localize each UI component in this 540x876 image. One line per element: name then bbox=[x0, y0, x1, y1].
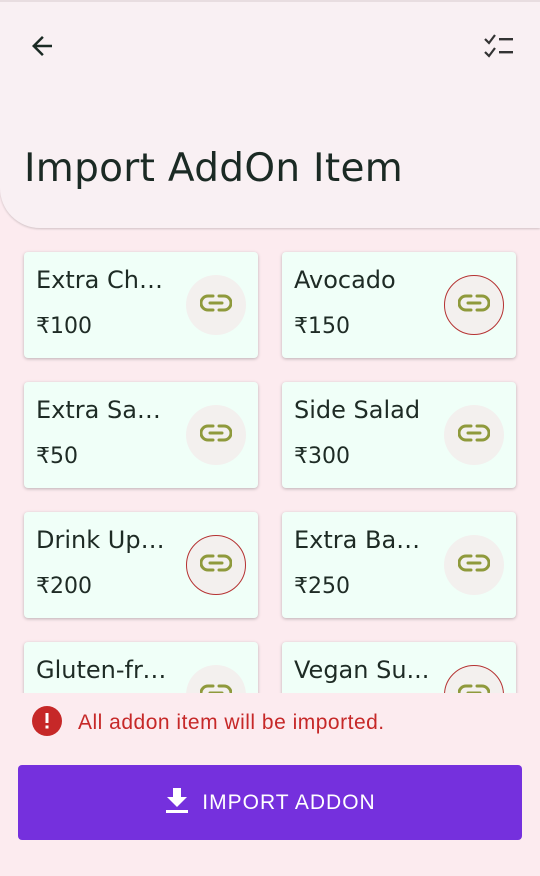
addon-name: Extra Che... bbox=[36, 266, 172, 294]
addon-price: ₹250 bbox=[294, 574, 350, 599]
addon-name: Vegan Su... bbox=[294, 656, 430, 684]
link-icon bbox=[457, 424, 491, 447]
error-icon bbox=[32, 705, 62, 741]
addon-card[interactable]: Extra Bac... ₹250 bbox=[282, 512, 516, 618]
link-button[interactable] bbox=[186, 405, 246, 465]
link-button[interactable] bbox=[444, 275, 504, 335]
status-divider bbox=[0, 0, 540, 2]
page-title: Import AddOn Item bbox=[24, 146, 404, 191]
addon-name: Gluten-fre... bbox=[36, 656, 172, 684]
link-icon bbox=[457, 554, 491, 577]
select-all-button[interactable] bbox=[478, 32, 518, 64]
link-button[interactable] bbox=[444, 665, 504, 693]
link-icon bbox=[457, 294, 491, 317]
addon-card[interactable]: Extra Che... ₹100 bbox=[24, 252, 258, 358]
link-button[interactable] bbox=[444, 405, 504, 465]
addon-price: ₹300 bbox=[294, 444, 350, 469]
addon-name: Side Salad bbox=[294, 396, 421, 424]
addon-grid-viewport[interactable]: Extra Che... ₹100 Avocado ₹150 Extra Sau... ₹… bbox=[0, 228, 540, 693]
back-button[interactable] bbox=[24, 32, 60, 64]
import-addon-button[interactable]: IMPORT ADDON bbox=[18, 765, 522, 840]
addon-price: ₹50 bbox=[36, 444, 78, 469]
addon-card[interactable]: Vegan Su... bbox=[282, 642, 516, 693]
link-button[interactable] bbox=[186, 275, 246, 335]
import-button-label: IMPORT ADDON bbox=[202, 790, 376, 814]
header: Import AddOn Item bbox=[0, 0, 540, 228]
link-button[interactable] bbox=[186, 535, 246, 595]
app-root: Import AddOn Item Extra Che... ₹100 Avocad… bbox=[0, 0, 540, 876]
addon-name: Extra Bac... bbox=[294, 526, 430, 554]
addon-name: Avocado bbox=[294, 266, 396, 294]
addon-card[interactable]: Avocado ₹150 bbox=[282, 252, 516, 358]
link-icon bbox=[457, 684, 491, 693]
link-button[interactable] bbox=[444, 535, 504, 595]
link-icon bbox=[199, 424, 233, 447]
addon-card[interactable]: Side Salad ₹300 bbox=[282, 382, 516, 488]
info-text: All addon item will be imported. bbox=[78, 711, 385, 734]
addon-name: Drink Upg... bbox=[36, 526, 172, 554]
info-message: All addon item will be imported. bbox=[32, 705, 385, 741]
checklist-icon bbox=[480, 31, 516, 66]
download-icon bbox=[164, 786, 190, 819]
addon-card[interactable]: Drink Upg... ₹200 bbox=[24, 512, 258, 618]
link-icon bbox=[199, 554, 233, 577]
addon-price: ₹100 bbox=[36, 314, 92, 339]
link-button[interactable] bbox=[186, 665, 246, 693]
arrow-back-icon bbox=[27, 31, 57, 66]
addon-name: Extra Sau... bbox=[36, 396, 172, 424]
addon-card[interactable]: Extra Sau... ₹50 bbox=[24, 382, 258, 488]
link-icon bbox=[199, 294, 233, 317]
addon-card[interactable]: Gluten-fre... bbox=[24, 642, 258, 693]
link-icon bbox=[199, 684, 233, 693]
addon-price: ₹150 bbox=[294, 314, 350, 339]
addon-price: ₹200 bbox=[36, 574, 92, 599]
